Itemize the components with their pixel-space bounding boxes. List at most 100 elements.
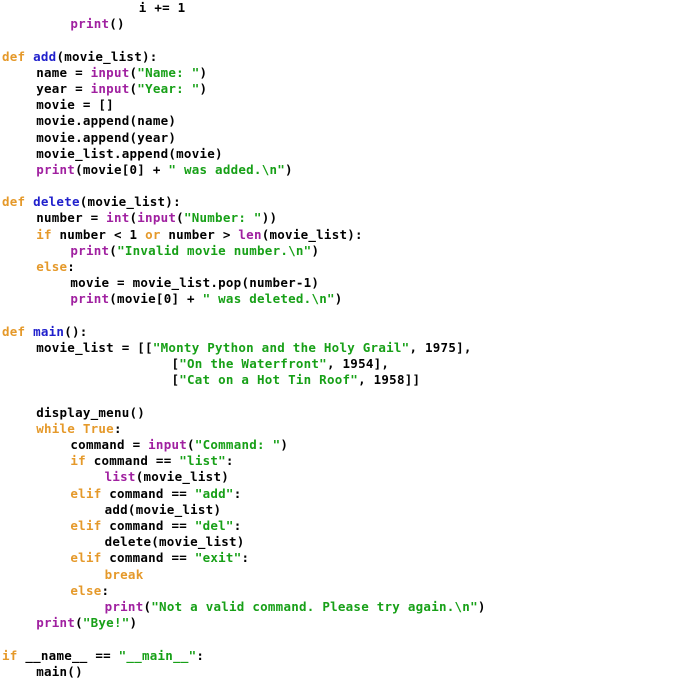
code-line: def main(): bbox=[0, 324, 700, 340]
code-token-string: "add" bbox=[194, 485, 234, 501]
code-token-string: "list" bbox=[179, 453, 226, 469]
code-token-builtin: int bbox=[106, 210, 130, 226]
code-token-plain: ) bbox=[199, 64, 208, 80]
code-line: break bbox=[0, 567, 700, 583]
code-line: if number < 1 or number > len(movie_list… bbox=[0, 227, 700, 243]
code-token-plain: movie = [] bbox=[36, 97, 114, 113]
code-line: delete(movie_list) bbox=[0, 534, 700, 550]
code-token-string: "Cat on a Hot Tin Roof" bbox=[179, 372, 359, 388]
code-token-string: "Command: " bbox=[194, 437, 281, 453]
code-token-plain: )) bbox=[261, 210, 278, 226]
code-token-keyword: else bbox=[36, 259, 68, 274]
code-token-plain: number < 1 bbox=[51, 226, 146, 242]
code-line: elif command == "add": bbox=[0, 486, 700, 502]
code-token-plain: delete(movie_list) bbox=[104, 534, 245, 550]
code-line: print(movie[0] + " was added.\n") bbox=[0, 162, 700, 178]
code-token-string: " was added.\n" bbox=[168, 161, 286, 177]
code-token-plain: movie.append(name) bbox=[36, 113, 177, 129]
code-token-keyword: elif bbox=[70, 550, 102, 566]
code-token-plain: , bbox=[326, 356, 343, 372]
code-token-number: 1954 bbox=[342, 356, 374, 372]
code-token-plain: ) bbox=[199, 80, 208, 96]
code-token-plain: [ bbox=[155, 372, 180, 388]
code-token-plain: movie_list = [[ bbox=[36, 339, 153, 355]
code-token-keyword: elif bbox=[70, 518, 102, 533]
code-line: while True: bbox=[0, 421, 700, 437]
code-token-plain: (movie[0] + bbox=[75, 161, 169, 177]
code-line: movie = movie_list.pop(number-1) bbox=[0, 275, 700, 291]
code-token-plain: ( bbox=[176, 210, 184, 226]
code-line: number = int(input("Number: ")) bbox=[0, 210, 700, 226]
code-token-plain: command == bbox=[101, 550, 195, 566]
code-line: ["On the Waterfront", 1954], bbox=[0, 356, 700, 372]
code-token-function-name: main bbox=[33, 323, 65, 339]
code-token-plain: ) bbox=[129, 615, 138, 631]
code-line: movie_list.append(movie) bbox=[0, 146, 700, 162]
code-token-plain: ]] bbox=[404, 372, 421, 388]
code-token-keyword: if bbox=[2, 647, 18, 663]
code-line: else: bbox=[0, 259, 700, 275]
code-token-plain: ) bbox=[477, 598, 486, 614]
code-line: display_menu() bbox=[0, 405, 700, 421]
code-line: print("Invalid movie number.\n") bbox=[0, 243, 700, 259]
code-token-plain: : bbox=[225, 453, 234, 469]
code-token-plain: ( bbox=[109, 242, 118, 258]
code-line: elif command == "del": bbox=[0, 518, 700, 534]
code-token-plain: (movie_list): bbox=[261, 226, 363, 242]
code-line: movie = [] bbox=[0, 97, 700, 113]
code-token-plain: (movie_list): bbox=[56, 48, 158, 64]
code-token-string: "Monty Python and the Holy Grail" bbox=[152, 339, 410, 355]
code-token-plain: ) bbox=[280, 437, 289, 453]
code-token-plain: number = bbox=[36, 210, 107, 226]
code-token-string: "Number: " bbox=[183, 210, 262, 226]
code-token-plain: ], bbox=[456, 339, 472, 355]
code-line: def add(movie_list): bbox=[0, 49, 700, 65]
code-token-builtin: list bbox=[104, 469, 136, 485]
code-token-keyword: True bbox=[82, 420, 114, 436]
code-token-plain: : bbox=[233, 485, 242, 501]
code-token-plain: year = bbox=[36, 80, 91, 96]
code-token-builtin: len bbox=[238, 226, 262, 242]
code-token-plain: command == bbox=[101, 518, 195, 533]
code-token-string: "Bye!" bbox=[82, 615, 130, 631]
code-token-string: "del" bbox=[194, 518, 234, 533]
code-token-plain: ( bbox=[187, 437, 195, 453]
code-token-plain: command == bbox=[85, 453, 180, 469]
code-token-string: "__main__" bbox=[118, 647, 197, 663]
code-line: movie_list = [["Monty Python and the Hol… bbox=[0, 340, 700, 356]
code-token-keyword: if bbox=[36, 226, 52, 242]
code-token-plain: : bbox=[113, 420, 122, 436]
code-line: print("Not a valid command. Please try a… bbox=[0, 599, 700, 615]
code-token-number: 1958 bbox=[373, 372, 405, 388]
code-token-plain: display_menu() bbox=[36, 404, 146, 420]
code-token-plain: ( bbox=[75, 615, 83, 631]
code-token-plain: , bbox=[409, 339, 425, 355]
code-token-keyword: def bbox=[2, 323, 26, 339]
code-line: list(movie_list) bbox=[0, 469, 700, 485]
code-token-keyword: or bbox=[145, 226, 161, 242]
code-token-plain: [ bbox=[155, 356, 180, 372]
code-token-builtin: input bbox=[148, 437, 188, 453]
code-token-plain: ) bbox=[311, 242, 320, 258]
code-token-string: " was deleted.\n" bbox=[202, 291, 335, 307]
code-line: i += 1 bbox=[0, 0, 700, 16]
code-line: command = input("Command: ") bbox=[0, 437, 700, 453]
code-token-builtin: input bbox=[90, 80, 130, 96]
code-line: if __name__ == "__main__": bbox=[0, 648, 700, 664]
code-token-plain: (movie_list) bbox=[135, 469, 230, 485]
code-token-plain: name = bbox=[36, 64, 91, 80]
code-token-keyword: break bbox=[104, 566, 144, 582]
code-token-keyword: def bbox=[2, 194, 26, 210]
code-token-builtin: print bbox=[36, 615, 76, 631]
code-token-keyword: def bbox=[2, 48, 26, 64]
code-line: elif command == "exit": bbox=[0, 550, 700, 566]
code-token-plain: : bbox=[101, 582, 110, 598]
code-token-plain: : bbox=[67, 259, 76, 274]
code-line: else: bbox=[0, 583, 700, 599]
code-token-keyword: if bbox=[70, 453, 86, 469]
code-token-plain: (): bbox=[64, 323, 88, 339]
code-line: year = input("Year: ") bbox=[0, 81, 700, 97]
